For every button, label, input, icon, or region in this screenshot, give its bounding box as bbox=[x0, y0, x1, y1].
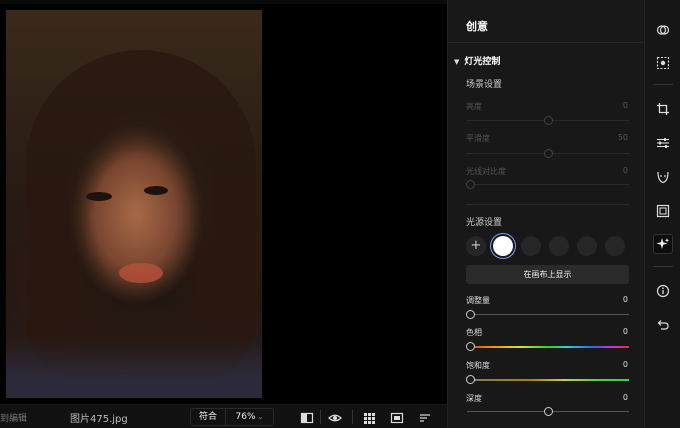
divider bbox=[320, 410, 321, 424]
scene-settings-title: 场景设置 bbox=[466, 80, 503, 90]
photo-editor-window: 到编辑 图片475.jpg 符合 76% ⌄ 创意 ▼ 灯光控制 场景设置 亮度 0 bbox=[0, 0, 680, 428]
light-source-white-selected[interactable] bbox=[493, 236, 513, 256]
select-subject-icon[interactable] bbox=[653, 53, 673, 73]
amount-value: 0 bbox=[622, 295, 628, 304]
depth-slider-knob[interactable] bbox=[544, 407, 553, 416]
light-contrast-slider-knob[interactable] bbox=[466, 180, 475, 189]
file-name: 图片475.jpg bbox=[70, 414, 128, 425]
divider bbox=[653, 266, 673, 267]
sparkle-creative-icon[interactable] bbox=[653, 234, 673, 254]
sort-icon[interactable] bbox=[418, 410, 432, 424]
zoom-value: 76% bbox=[235, 412, 256, 422]
face-retouch-icon[interactable] bbox=[653, 167, 673, 187]
saturation-label: 饱和度 bbox=[466, 361, 490, 370]
depth-label: 深度 bbox=[466, 394, 482, 403]
light-contrast-slider[interactable] bbox=[467, 184, 629, 185]
frame-icon[interactable] bbox=[653, 201, 673, 221]
divider bbox=[653, 84, 673, 85]
saturation-value: 0 bbox=[622, 360, 628, 369]
amount-slider[interactable] bbox=[467, 314, 629, 315]
saturation-slider-knob[interactable] bbox=[466, 375, 475, 384]
hue-slider[interactable] bbox=[467, 346, 629, 348]
chevron-down-icon: ⌄ bbox=[257, 413, 264, 421]
lighting-control-section-header[interactable]: ▼ 灯光控制 bbox=[454, 54, 500, 67]
amount-slider-knob[interactable] bbox=[466, 310, 475, 319]
light-contrast-value: 0 bbox=[622, 166, 628, 175]
adjust-sliders-icon[interactable] bbox=[653, 133, 673, 153]
divider bbox=[466, 204, 629, 205]
right-tool-strip bbox=[644, 0, 680, 428]
light-source-empty-slot[interactable] bbox=[521, 236, 541, 256]
smoothness-label: 平滑度 bbox=[466, 134, 490, 143]
photo-eye-left bbox=[86, 192, 112, 201]
light-source-empty-slot[interactable] bbox=[577, 236, 597, 256]
brightness-label: 亮度 bbox=[466, 102, 482, 111]
crop-icon[interactable] bbox=[653, 99, 673, 119]
brightness-slider-knob[interactable] bbox=[544, 116, 553, 125]
creative-panel: 创意 ▼ 灯光控制 场景设置 亮度 0 平滑度 50 光线对比度 0 光源设置 +… bbox=[447, 0, 645, 428]
eye-preview-icon[interactable] bbox=[328, 410, 342, 424]
section-title: 灯光控制 bbox=[464, 57, 501, 67]
brightness-value: 0 bbox=[622, 101, 628, 110]
photo-hair-shading bbox=[26, 50, 256, 380]
overlap-circles-icon[interactable] bbox=[653, 20, 673, 40]
light-source-empty-slot[interactable] bbox=[549, 236, 569, 256]
smoothness-value: 50 bbox=[617, 133, 628, 142]
divider bbox=[352, 410, 353, 424]
depth-value: 0 bbox=[622, 393, 628, 402]
saturation-slider[interactable] bbox=[467, 379, 629, 381]
hue-label: 色相 bbox=[466, 328, 482, 337]
undo-icon[interactable] bbox=[653, 315, 673, 335]
photo-eye-right bbox=[144, 186, 168, 195]
hue-slider-knob[interactable] bbox=[466, 342, 475, 351]
amount-label: 调整量 bbox=[466, 296, 490, 305]
smoothness-slider-knob[interactable] bbox=[544, 149, 553, 158]
photo-clothing bbox=[6, 340, 262, 398]
hue-value: 0 bbox=[622, 327, 628, 336]
info-icon[interactable] bbox=[653, 281, 673, 301]
bottom-status-bar: 到编辑 图片475.jpg 符合 76% ⌄ bbox=[0, 404, 447, 428]
back-to-edit-label[interactable]: 到编辑 bbox=[0, 411, 27, 424]
compare-split-icon[interactable] bbox=[300, 410, 314, 424]
triangle-down-icon: ▼ bbox=[454, 58, 460, 66]
show-on-canvas-button[interactable]: 在画布上显示 bbox=[466, 265, 629, 284]
light-source-title: 光源设置 bbox=[466, 218, 503, 228]
filmstrip-icon[interactable] bbox=[390, 410, 404, 424]
add-light-icon[interactable]: + bbox=[466, 236, 486, 256]
panel-title: 创意 bbox=[466, 20, 488, 33]
light-source-empty-slot[interactable] bbox=[605, 236, 625, 256]
portrait-photo[interactable] bbox=[6, 10, 262, 398]
grid-view-icon[interactable] bbox=[362, 410, 376, 424]
divider bbox=[448, 42, 645, 43]
zoom-dropdown[interactable]: 76% ⌄ bbox=[226, 408, 274, 426]
light-source-swatches: + bbox=[466, 236, 629, 256]
fit-button[interactable]: 符合 bbox=[190, 408, 226, 426]
light-contrast-label: 光线对比度 bbox=[466, 167, 506, 176]
canvas-area bbox=[0, 0, 447, 404]
photo-lips bbox=[119, 263, 163, 283]
top-edge bbox=[0, 0, 447, 4]
